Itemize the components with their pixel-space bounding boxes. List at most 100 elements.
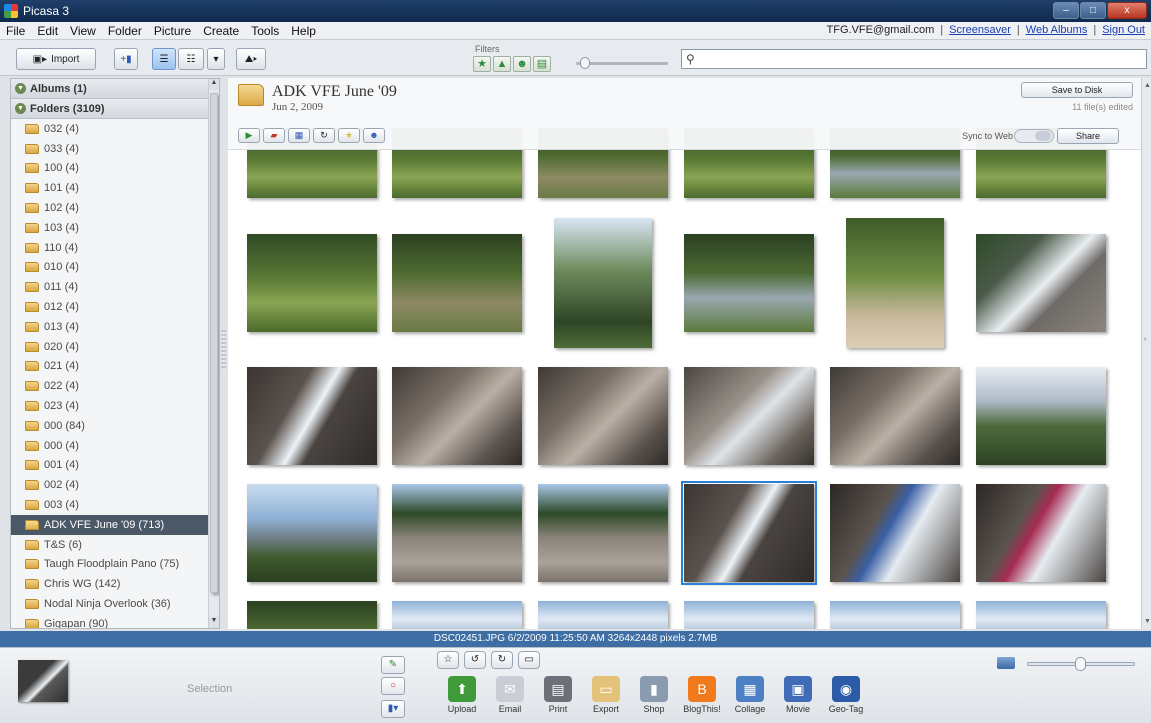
slideshow-button[interactable]: ⛰▸ xyxy=(236,48,266,70)
photo-thumbnail[interactable] xyxy=(830,601,960,629)
albums-section-header[interactable]: ▼ Albums (1) xyxy=(11,79,219,99)
photo-thumbnail[interactable] xyxy=(554,218,652,348)
photo-thumbnail[interactable] xyxy=(247,601,377,629)
photo-thumbnail[interactable] xyxy=(392,234,522,332)
photo-thumbnail[interactable] xyxy=(684,234,814,332)
timeline-view-button[interactable]: ☷ xyxy=(178,48,204,70)
photo-thumbnail[interactable] xyxy=(392,484,522,582)
folder-item[interactable]: 010 (4) xyxy=(11,258,219,278)
photo-thumbnail[interactable] xyxy=(538,601,668,629)
save-to-disk-button[interactable]: Save to Disk xyxy=(1021,82,1133,98)
thumbnail-size-slider[interactable] xyxy=(1027,657,1135,671)
star-icon[interactable]: ★ xyxy=(338,128,360,143)
play-icon[interactable]: ▶ xyxy=(238,128,260,143)
rotate-right-icon[interactable]: ↻ xyxy=(491,651,513,669)
view-dropdown-button[interactable]: ▾ xyxy=(207,48,225,70)
person-icon[interactable]: ☻ xyxy=(363,128,385,143)
scroll-up-icon[interactable]: ▲ xyxy=(1144,82,1151,89)
menu-view[interactable]: View xyxy=(64,24,102,38)
folder-list-scrollbar[interactable]: ▲ ▼ xyxy=(208,79,219,628)
photo-thumbnail[interactable] xyxy=(684,601,814,629)
photo-thumbnail[interactable] xyxy=(976,484,1106,582)
import-button[interactable]: ▣▸ Import xyxy=(16,48,96,70)
menu-folder[interactable]: Folder xyxy=(102,24,148,38)
photo-thumbnail[interactable] xyxy=(976,601,1106,629)
maximize-button[interactable]: □ xyxy=(1080,2,1106,19)
folder-item[interactable]: 002 (4) xyxy=(11,475,219,495)
star-icon[interactable]: ☆ xyxy=(437,651,459,669)
rotate-left-icon[interactable]: ↺ xyxy=(464,651,486,669)
photo-thumbnail[interactable] xyxy=(976,234,1106,332)
close-button[interactable]: x xyxy=(1107,2,1147,19)
folder-item[interactable]: 103 (4) xyxy=(11,218,219,238)
shop-button[interactable]: ▮ Shop xyxy=(630,676,678,714)
scroll-up-icon[interactable]: ▲ xyxy=(209,79,219,90)
library-view-button[interactable]: ☰ xyxy=(152,48,176,70)
screensaver-link[interactable]: Screensaver xyxy=(949,24,1011,36)
photo-thumbnail[interactable] xyxy=(538,484,668,582)
photo-thumbnail[interactable] xyxy=(681,481,817,585)
menu-edit[interactable]: Edit xyxy=(31,24,64,38)
folder-item[interactable]: Gigapan (90) xyxy=(11,614,219,628)
search-input[interactable]: ⚲ xyxy=(681,49,1147,69)
print-button[interactable]: ▤ Print xyxy=(534,676,582,714)
photo-thumbnail[interactable] xyxy=(830,484,960,582)
photo-thumbnail[interactable] xyxy=(247,367,377,465)
slider-knob[interactable] xyxy=(1075,657,1086,671)
upload-button[interactable]: ⬆ Upload xyxy=(438,676,486,714)
folder-item[interactable]: Nodal Ninja Overlook (36) xyxy=(11,594,219,614)
export-button[interactable]: ▭ Export xyxy=(582,676,630,714)
menu-create[interactable]: Create xyxy=(197,24,245,38)
person-icon[interactable]: ☻ xyxy=(513,56,531,72)
folder-item[interactable]: Taugh Floodplain Pano (75) xyxy=(11,555,219,575)
photo-thumbnail[interactable] xyxy=(392,367,522,465)
minimize-button[interactable]: – xyxy=(1053,2,1079,19)
folder-item[interactable]: 020 (4) xyxy=(11,337,219,357)
folder-item[interactable]: 032 (4) xyxy=(11,119,219,139)
folder-item[interactable]: Chris WG (142) xyxy=(11,574,219,594)
folder-item[interactable]: 110 (4) xyxy=(11,238,219,258)
folder-item[interactable]: T&S (6) xyxy=(11,535,219,555)
photo-grid-scrollbar[interactable]: ▲ › ▼ xyxy=(1141,78,1151,629)
rotate-icon[interactable]: ↻ xyxy=(313,128,335,143)
menu-file[interactable]: File xyxy=(0,24,31,38)
folder-item[interactable]: ADK VFE June '09 (713) xyxy=(11,514,219,535)
web-albums-link[interactable]: Web Albums xyxy=(1026,24,1088,36)
folder-item[interactable]: 021 (4) xyxy=(11,357,219,377)
slider-knob[interactable] xyxy=(580,57,590,69)
photo-thumbnail[interactable] xyxy=(247,234,377,332)
selection-thumbnail[interactable] xyxy=(18,660,68,702)
folder-item[interactable]: 101 (4) xyxy=(11,178,219,198)
upload-icon[interactable]: ▲ xyxy=(493,56,511,72)
sync-toggle[interactable] xyxy=(1014,129,1054,143)
sign-out-link[interactable]: Sign Out xyxy=(1102,24,1145,36)
photo-thumbnail[interactable] xyxy=(976,367,1106,465)
add-to-album-icon[interactable]: ▮▾ xyxy=(381,700,405,718)
blogthis-button[interactable]: B BlogThis! xyxy=(678,676,726,714)
collage-icon[interactable]: ▦ xyxy=(288,128,310,143)
folder-item[interactable]: 033 (4) xyxy=(11,139,219,159)
tag-icon[interactable]: ▭ xyxy=(518,651,540,669)
scroll-down-icon[interactable]: ▼ xyxy=(209,617,219,628)
folder-item[interactable]: 023 (4) xyxy=(11,396,219,416)
star-icon[interactable]: ★ xyxy=(473,56,491,72)
scroll-down-icon[interactable]: ▼ xyxy=(1144,618,1151,625)
hold-pin-icon[interactable]: ✎ xyxy=(381,656,405,674)
folder-item[interactable]: 000 (4) xyxy=(11,436,219,456)
scrollbar-thumb[interactable] xyxy=(210,93,218,593)
photo-thumbnail[interactable] xyxy=(846,218,944,348)
photo-thumbnail[interactable] xyxy=(538,367,668,465)
chevron-down-icon[interactable]: ▼ xyxy=(15,83,26,94)
menu-tools[interactable]: Tools xyxy=(245,24,285,38)
photo-thumbnail[interactable] xyxy=(247,484,377,582)
email-button[interactable]: ✉ Email xyxy=(486,676,534,714)
folder-item[interactable]: 000 (84) xyxy=(11,416,219,436)
menu-help[interactable]: Help xyxy=(285,24,322,38)
menu-picture[interactable]: Picture xyxy=(148,24,197,38)
folder-item[interactable]: 100 (4) xyxy=(11,159,219,179)
geo-tag-button[interactable]: ◉ Geo-Tag xyxy=(822,676,870,714)
folder-item[interactable]: 011 (4) xyxy=(11,277,219,297)
movie-icon[interactable]: ▤ xyxy=(533,56,551,72)
photo-thumbnail[interactable] xyxy=(830,367,960,465)
movie-button[interactable]: ▣ Movie xyxy=(774,676,822,714)
